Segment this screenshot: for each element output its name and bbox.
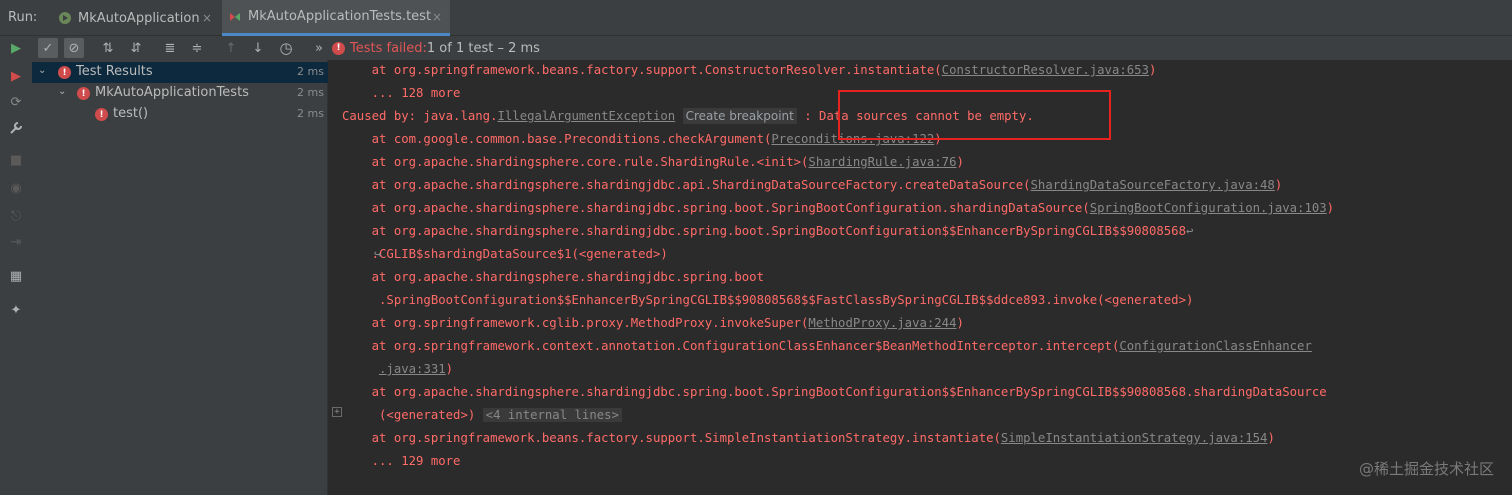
camera-icon[interactable]: ◉ (6, 178, 26, 198)
console-output[interactable]: at org.springframework.beans.factory.sup… (329, 60, 1512, 495)
arrow-down-icon[interactable]: ↓ (248, 38, 268, 58)
play-icon[interactable]: ▶ (6, 38, 26, 58)
stack-line: ... 128 more (342, 86, 461, 100)
tab-label: MkAutoApplicationTests.test (248, 9, 432, 24)
run-tabbar: Run: MkAutoApplication × MkAutoApplicati… (0, 0, 1512, 36)
tree-row-test-results[interactable]: ⌄ ! Test Results 2 ms (32, 62, 328, 83)
internal-lines-fold[interactable]: <4 internal lines> (482, 408, 622, 422)
ignore-icon[interactable]: ⊘ (64, 38, 84, 58)
check-icon[interactable]: ✓ (38, 38, 58, 58)
stack-line-continuation: (<generated>) <4 internal lines> (342, 406, 622, 424)
wrench-icon[interactable] (6, 118, 26, 138)
test-config-icon (228, 10, 242, 24)
source-link[interactable]: ShardingDataSourceFactory.java:48 (1031, 178, 1275, 192)
stack-line: at org.apache.shardingsphere.shardingjdb… (342, 178, 1283, 192)
watermark: @稀土掘金技术社区 (1358, 460, 1494, 478)
error-icon: ! (77, 87, 90, 100)
error-icon: ! (332, 41, 345, 55)
source-link[interactable]: MethodProxy.java:244 (808, 316, 956, 330)
stack-line: at org.springframework.context.annotatio… (342, 339, 1312, 353)
source-link[interactable]: SimpleInstantiationStrategy.java:154 (1001, 431, 1268, 445)
tab-mkautoapplication[interactable]: MkAutoApplication × (52, 0, 220, 36)
tree-label: MkAutoApplicationTests (95, 85, 249, 100)
stack-line: at org.apache.shardingsphere.core.rule.S… (342, 155, 964, 169)
stack-line: at org.springframework.beans.factory.sup… (342, 63, 1157, 77)
status-detail: 1 of 1 test – 2 ms (426, 40, 540, 56)
tree-duration: 2 ms (297, 86, 324, 99)
rerun-failed-icon[interactable]: ▶ (6, 66, 26, 86)
source-link[interactable]: .java:331 (379, 362, 446, 376)
source-link[interactable]: ConfigurationClassEnhancer (1119, 339, 1312, 353)
left-icon-strip: ▶ ⟳ ■ ◉ ⎋ ⇥ ▦ ✦ (0, 60, 32, 495)
stack-line: at org.apache.shardingsphere.shardingjdb… (342, 385, 1327, 399)
import-icon[interactable]: ⇥ (6, 232, 26, 252)
tree-row-test-method[interactable]: ! test() 2 ms (32, 104, 328, 125)
more-icon[interactable]: » (309, 38, 329, 58)
error-icon: ! (95, 108, 108, 121)
tree-row-test-class[interactable]: ⌄ ! MkAutoApplicationTests 2 ms (32, 83, 328, 104)
highlight-annotation-box (838, 90, 1111, 140)
stack-line-continuation: ↪ .CGLIB$shardingDataSource$1(<generated… (342, 247, 668, 261)
tree-duration: 2 ms (297, 107, 324, 120)
test-status: ! Tests failed: 1 of 1 test – 2 ms (332, 40, 540, 56)
layout-icon[interactable]: ▦ (6, 266, 26, 286)
toggle-auto-test-icon[interactable]: ⟳ (6, 92, 26, 112)
source-link[interactable]: SpringBootConfiguration.java:103 (1090, 201, 1327, 215)
wrap-icon: ↪ (374, 247, 382, 261)
exception-link[interactable]: IllegalArgumentException (497, 109, 675, 123)
expand-all-icon[interactable]: ≣ (160, 38, 180, 58)
create-breakpoint-hint[interactable]: Create breakpoint (682, 108, 797, 124)
pin-icon[interactable]: ✦ (6, 300, 26, 320)
tree-duration: 2 ms (297, 65, 324, 78)
clock-icon[interactable]: ◷ (276, 38, 296, 58)
stack-line: at org.apache.shardingsphere.shardingjdb… (342, 224, 1194, 238)
stop-icon[interactable]: ■ (6, 150, 26, 170)
source-link[interactable]: ShardingRule.java:76 (808, 155, 956, 169)
tab-mkautoapplicationtests[interactable]: MkAutoApplicationTests.test × (222, 0, 450, 36)
close-icon[interactable]: × (202, 11, 212, 25)
collapse-all-icon[interactable]: ≑ (187, 38, 207, 58)
sort-alpha-icon[interactable]: ⇅ (98, 38, 118, 58)
stack-line-continuation: .SpringBootConfiguration$$EnhancerBySpri… (342, 293, 1194, 307)
chevron-down-icon[interactable]: ⌄ (38, 65, 46, 76)
fold-expand-icon[interactable]: + (332, 407, 342, 417)
close-icon[interactable]: × (432, 10, 442, 24)
chevron-down-icon[interactable]: ⌄ (58, 86, 66, 97)
status-failed-label: Tests failed: (350, 40, 427, 56)
sort-duration-icon[interactable]: ⇵ (126, 38, 146, 58)
stack-line: at org.apache.shardingsphere.shardingjdb… (342, 201, 1335, 215)
source-link[interactable]: ConstructorResolver.java:653 (942, 63, 1149, 77)
run-label: Run: (8, 10, 38, 25)
arrow-up-icon[interactable]: ↑ (221, 38, 241, 58)
test-results-tree: ⌄ ! Test Results 2 ms ⌄ ! MkAutoApplicat… (32, 60, 328, 495)
error-icon: ! (58, 66, 71, 79)
stack-line: at org.springframework.cglib.proxy.Metho… (342, 316, 964, 330)
wrap-icon: ↩ (1185, 224, 1194, 238)
stack-line: ... 129 more (342, 454, 461, 468)
stack-line: at org.springframework.beans.factory.sup… (342, 431, 1275, 445)
test-runner-toolbar: ▶ ✓ ⊘ ⇅ ⇵ ≣ ≑ ↑ ↓ ◷ » (0, 36, 1512, 60)
spring-run-icon (58, 11, 72, 25)
tab-label: MkAutoApplication (78, 10, 200, 26)
tree-label: test() (113, 106, 149, 121)
tree-label: Test Results (76, 64, 153, 79)
stack-line-continuation: .java:331) (379, 362, 454, 376)
stack-line: at org.apache.shardingsphere.shardingjdb… (342, 270, 764, 284)
export-icon[interactable]: ⎋ (6, 206, 26, 226)
